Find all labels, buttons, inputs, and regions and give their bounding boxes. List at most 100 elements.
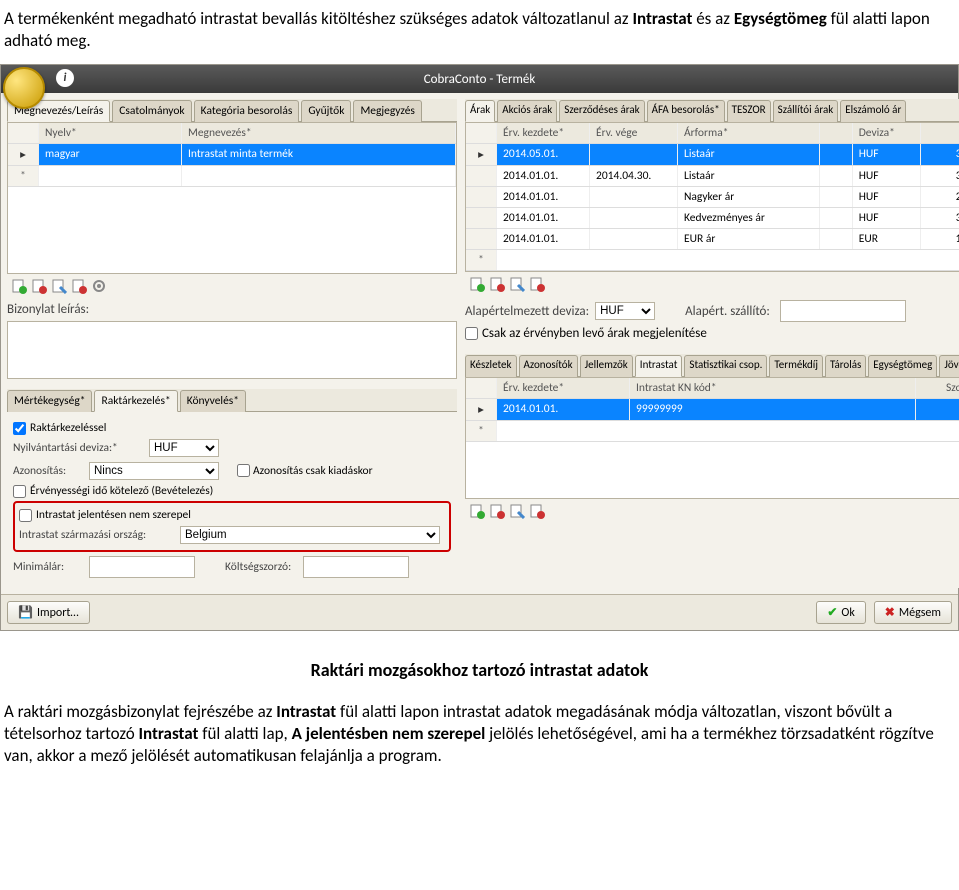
chk-intrastat-nem-szerepel[interactable] — [19, 509, 32, 522]
tab-elszamolo[interactable]: Elszámoló ár — [840, 100, 906, 122]
delete-icon[interactable] — [489, 503, 505, 519]
table-row[interactable]: * — [466, 250, 959, 271]
intrastat-orszag-label: Intrastat származási ország: — [19, 528, 174, 542]
nyilv-deviza-select[interactable]: HUF — [149, 439, 219, 457]
tab-teszor[interactable]: TESZOR — [727, 100, 771, 122]
nyilv-deviza-label: Nyilvántartási deviza:* — [13, 441, 143, 455]
left-tabs2: Mértékegység* Raktárkezelés* Könyvelés* — [7, 389, 457, 412]
add-icon[interactable] — [469, 276, 485, 292]
chk-raktarkezelessel-label: Raktárkezeléssel — [30, 421, 106, 435]
tab-termekdij[interactable]: Termékdíj — [769, 355, 823, 377]
delete-icon[interactable] — [489, 276, 505, 292]
tab-arak[interactable]: Árak — [465, 100, 495, 122]
gear-icon[interactable] — [91, 278, 107, 294]
tab-kategoria[interactable]: Kategória besorolás — [194, 100, 300, 122]
bizonylat-label: Bizonylat leírás: — [7, 302, 89, 317]
intrastat-highlight-box: Intrastat jelentésen nem szerepel Intras… — [13, 501, 451, 552]
import-button[interactable]: 💾 Import… — [7, 601, 90, 624]
col-intr-szorzo: Szorzó* — [916, 378, 959, 398]
tab-azonositok[interactable]: Azonosítók — [519, 355, 578, 377]
tab-megjegyzes[interactable]: Megjegyzés — [353, 100, 421, 122]
info-icon[interactable]: i — [56, 69, 74, 87]
add-icon[interactable] — [11, 278, 27, 294]
tab-afa[interactable]: ÁFA besorolás* — [647, 100, 725, 122]
chk-ervenyessegi-label: Érvényességi idő kötelező (Bevételezés) — [30, 484, 213, 498]
chk-ervenyessegi[interactable] — [13, 485, 26, 498]
tab-jovedeki[interactable]: Jövedéki — [939, 355, 959, 377]
col-arforma: Árforma* — [678, 123, 820, 143]
left-panel: Megnevezés/Leírás Csatolmányok Kategória… — [7, 99, 457, 588]
tab-konyveles[interactable]: Könyvelés* — [180, 390, 246, 412]
table-row[interactable]: ▸ 2014.01.01. 99999999 1 — [466, 399, 959, 421]
window-title: CobraConto - Termék — [424, 72, 536, 87]
chk-csak-erveny[interactable] — [465, 327, 478, 340]
app-window: i CobraConto - Termék Megnevezés/Leírás … — [0, 64, 959, 631]
col-nyelv: Nyelv* — [39, 123, 182, 143]
table-row[interactable]: * — [466, 421, 959, 442]
grid-arak[interactable]: Érv. kezdete* Érv. vége Árforma* Deviza*… — [465, 122, 959, 272]
app-logo — [3, 67, 45, 109]
tab-keszletek[interactable]: Készletek — [465, 355, 517, 377]
bizonylat-textarea[interactable] — [7, 321, 457, 379]
tab-stat[interactable]: Statisztikai csop. — [684, 355, 767, 377]
default-szallito-label: Alapért. szállító: — [685, 304, 770, 319]
col-blank — [820, 123, 853, 143]
minimalar-input[interactable] — [89, 556, 195, 578]
grid-megnevezes[interactable]: Nyelv* Megnevezés* ▸ magyar Intrastat mi… — [7, 122, 457, 274]
koltsegszorzo-input[interactable] — [303, 556, 409, 578]
intrastat-orszag-select[interactable]: Belgium — [180, 526, 440, 544]
delete-icon[interactable] — [31, 278, 47, 294]
tab-raktarkezeles[interactable]: Raktárkezelés* — [94, 390, 177, 412]
tab-csatolmanyok[interactable]: Csatolmányok — [112, 100, 191, 122]
edit-icon[interactable] — [51, 278, 67, 294]
table-row[interactable]: * — [8, 166, 456, 187]
tab-szallitoi[interactable]: Szállítói árak — [773, 100, 839, 122]
minimalar-label: Minimálár: — [13, 560, 83, 574]
chk-azonositas-kiadas-label: Azonosítás csak kiadáskor — [253, 464, 373, 478]
default-deviza-select[interactable]: HUF — [595, 302, 655, 320]
tab-tarolas[interactable]: Tárolás — [825, 355, 866, 377]
edit-icon[interactable] — [509, 276, 525, 292]
ok-button[interactable]: ✔ Ok — [816, 601, 865, 624]
tab-szerzodeses[interactable]: Szerződéses árak — [559, 100, 644, 122]
col-erv-vege: Érv. vége — [590, 123, 678, 143]
raktar-form: Raktárkezeléssel Nyilvántartási deviza:*… — [7, 412, 457, 588]
chk-azonositas-kiadas[interactable] — [237, 464, 250, 477]
grid-toolbar — [7, 274, 457, 298]
default-szallito-input[interactable] — [780, 300, 906, 322]
tab-gyujtok[interactable]: Gyűjtők — [301, 100, 351, 122]
table-row[interactable]: ▸ 2014.05.01. Listaár HUF 3 300 — [466, 144, 959, 166]
table-row[interactable]: ▸ magyar Intrastat minta termék — [8, 144, 456, 166]
tab-jellemzok[interactable]: Jellemzők — [580, 355, 633, 377]
section-title: Raktári mozgásokhoz tartozó intrastat ad… — [0, 659, 959, 681]
table-row[interactable]: 2014.01.01. 2014.04.30. Listaár HUF 3 40… — [466, 166, 959, 187]
edit-icon[interactable] — [509, 503, 525, 519]
table-row[interactable]: 2014.01.01. Nagyker ár HUF 2 500 — [466, 187, 959, 208]
tab-intrastat[interactable]: Intrastat — [635, 355, 683, 377]
refresh-icon[interactable] — [529, 503, 545, 519]
azonositas-label: Azonosítás: — [13, 464, 83, 478]
chk-raktarkezelessel[interactable] — [13, 422, 26, 435]
tab-mertekegyseg[interactable]: Mértékegység* — [7, 390, 92, 412]
col-megnevezes: Megnevezés* — [182, 123, 456, 143]
table-row[interactable]: 2014.01.01. EUR ár EUR 11,85 — [466, 229, 959, 250]
col-intr-kezd: Érv. kezdete* — [497, 378, 630, 398]
grid-intrastat[interactable]: Érv. kezdete* Intrastat KN kód* Szorzó* … — [465, 377, 959, 499]
check-icon: ✔ — [827, 605, 837, 620]
tab-akcios[interactable]: Akciós árak — [497, 100, 557, 122]
refresh-icon[interactable] — [529, 276, 545, 292]
table-row[interactable]: 2014.01.01. Kedvezményes ár HUF 3 000 — [466, 208, 959, 229]
grid-arak-toolbar — [465, 272, 959, 296]
tab-egysegtomeg[interactable]: Egységtömeg — [868, 355, 937, 377]
refresh-icon[interactable] — [71, 278, 87, 294]
cancel-button[interactable]: ✖ Mégsem — [874, 601, 952, 624]
outro-text: A raktári mozgásbizonylat fejrészébe az … — [0, 701, 959, 783]
col-erv-kezd: Érv. kezdete* — [497, 123, 590, 143]
grid-intrastat-toolbar — [465, 499, 959, 523]
chk-intrastat-nem-szerepel-label: Intrastat jelentésen nem szerepel — [36, 508, 191, 522]
close-icon: ✖ — [885, 605, 895, 620]
bizonylat-row: Bizonylat leírás: — [7, 302, 457, 317]
azonositas-select[interactable]: Nincs — [89, 462, 219, 480]
right-tabs2: Készletek Azonosítók Jellemzők Intrastat… — [465, 354, 959, 377]
add-icon[interactable] — [469, 503, 485, 519]
